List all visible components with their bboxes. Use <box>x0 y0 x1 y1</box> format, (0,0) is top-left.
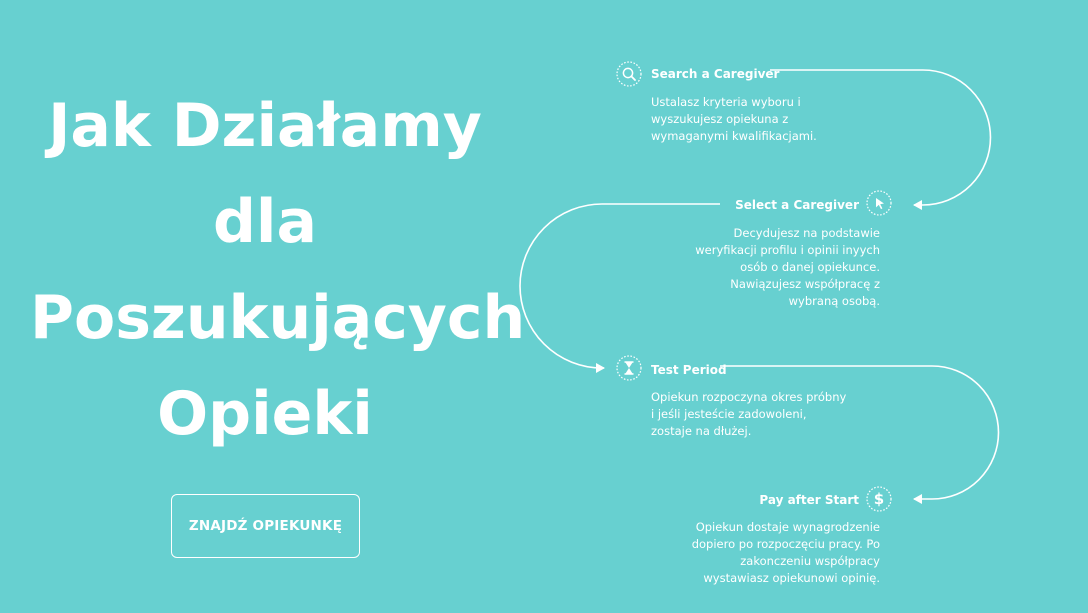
step-description-line: zostaje na dłużej. <box>651 424 752 438</box>
step-description-line: wymaganymi kwalifikacjami. <box>651 129 817 143</box>
cursor-icon <box>866 190 892 216</box>
step-description-line: wystawiasz opiekunowi opinię. <box>703 571 880 585</box>
step-description-line: weryfikacji profilu i opinii inyych <box>695 243 880 257</box>
step-title: Pay after Start <box>759 493 859 507</box>
step-description-line: Opiekun rozpoczyna okres próbny <box>651 390 847 404</box>
step-description-line: Decydujesz na podstawie <box>733 226 880 240</box>
process-flow-connector <box>519 69 1000 504</box>
step-description-line: zakonczeniu współpracy <box>740 554 880 568</box>
step-description: Opiekun rozpoczyna okres próbny i jeśli … <box>651 389 846 440</box>
step-description: Opiekun dostaje wynagrodzenie dopiero po… <box>692 519 880 587</box>
step-description-line: Opiekun dostaje wynagrodzenie <box>695 520 880 534</box>
step-title: Search a Caregiver <box>651 67 780 81</box>
step-description-line: i jeśli jesteście zadowoleni, <box>651 407 807 421</box>
step-title: Test Period <box>651 363 727 377</box>
svg-text:$: $ <box>874 490 884 508</box>
step-description: Decydujesz na podstawie weryfikacji prof… <box>695 225 880 310</box>
hourglass-icon <box>616 355 642 381</box>
step-description: Ustalasz kryteria wyboru i wyszukujesz o… <box>651 94 817 145</box>
step-description-line: Ustalasz kryteria wyboru i <box>651 95 801 109</box>
step-title: Select a Caregiver <box>735 198 859 212</box>
step-description-line: dopiero po rozpoczęciu pracy. Po <box>691 537 880 551</box>
step-description-line: wybraną osobą. <box>788 294 880 308</box>
step-description-line: Nawiązujesz współpracę z <box>730 277 880 291</box>
step-description-line: osób o danej opiekunce. <box>740 260 880 274</box>
page-background: Jak Działamy dla Poszukujących Opieki ZN… <box>0 0 1088 613</box>
connector-step2-to-step3 <box>519 203 720 373</box>
step-description-line: wyszukujesz opiekuna z <box>651 112 789 126</box>
search-icon <box>616 61 642 87</box>
dollar-icon: $ <box>866 486 892 512</box>
